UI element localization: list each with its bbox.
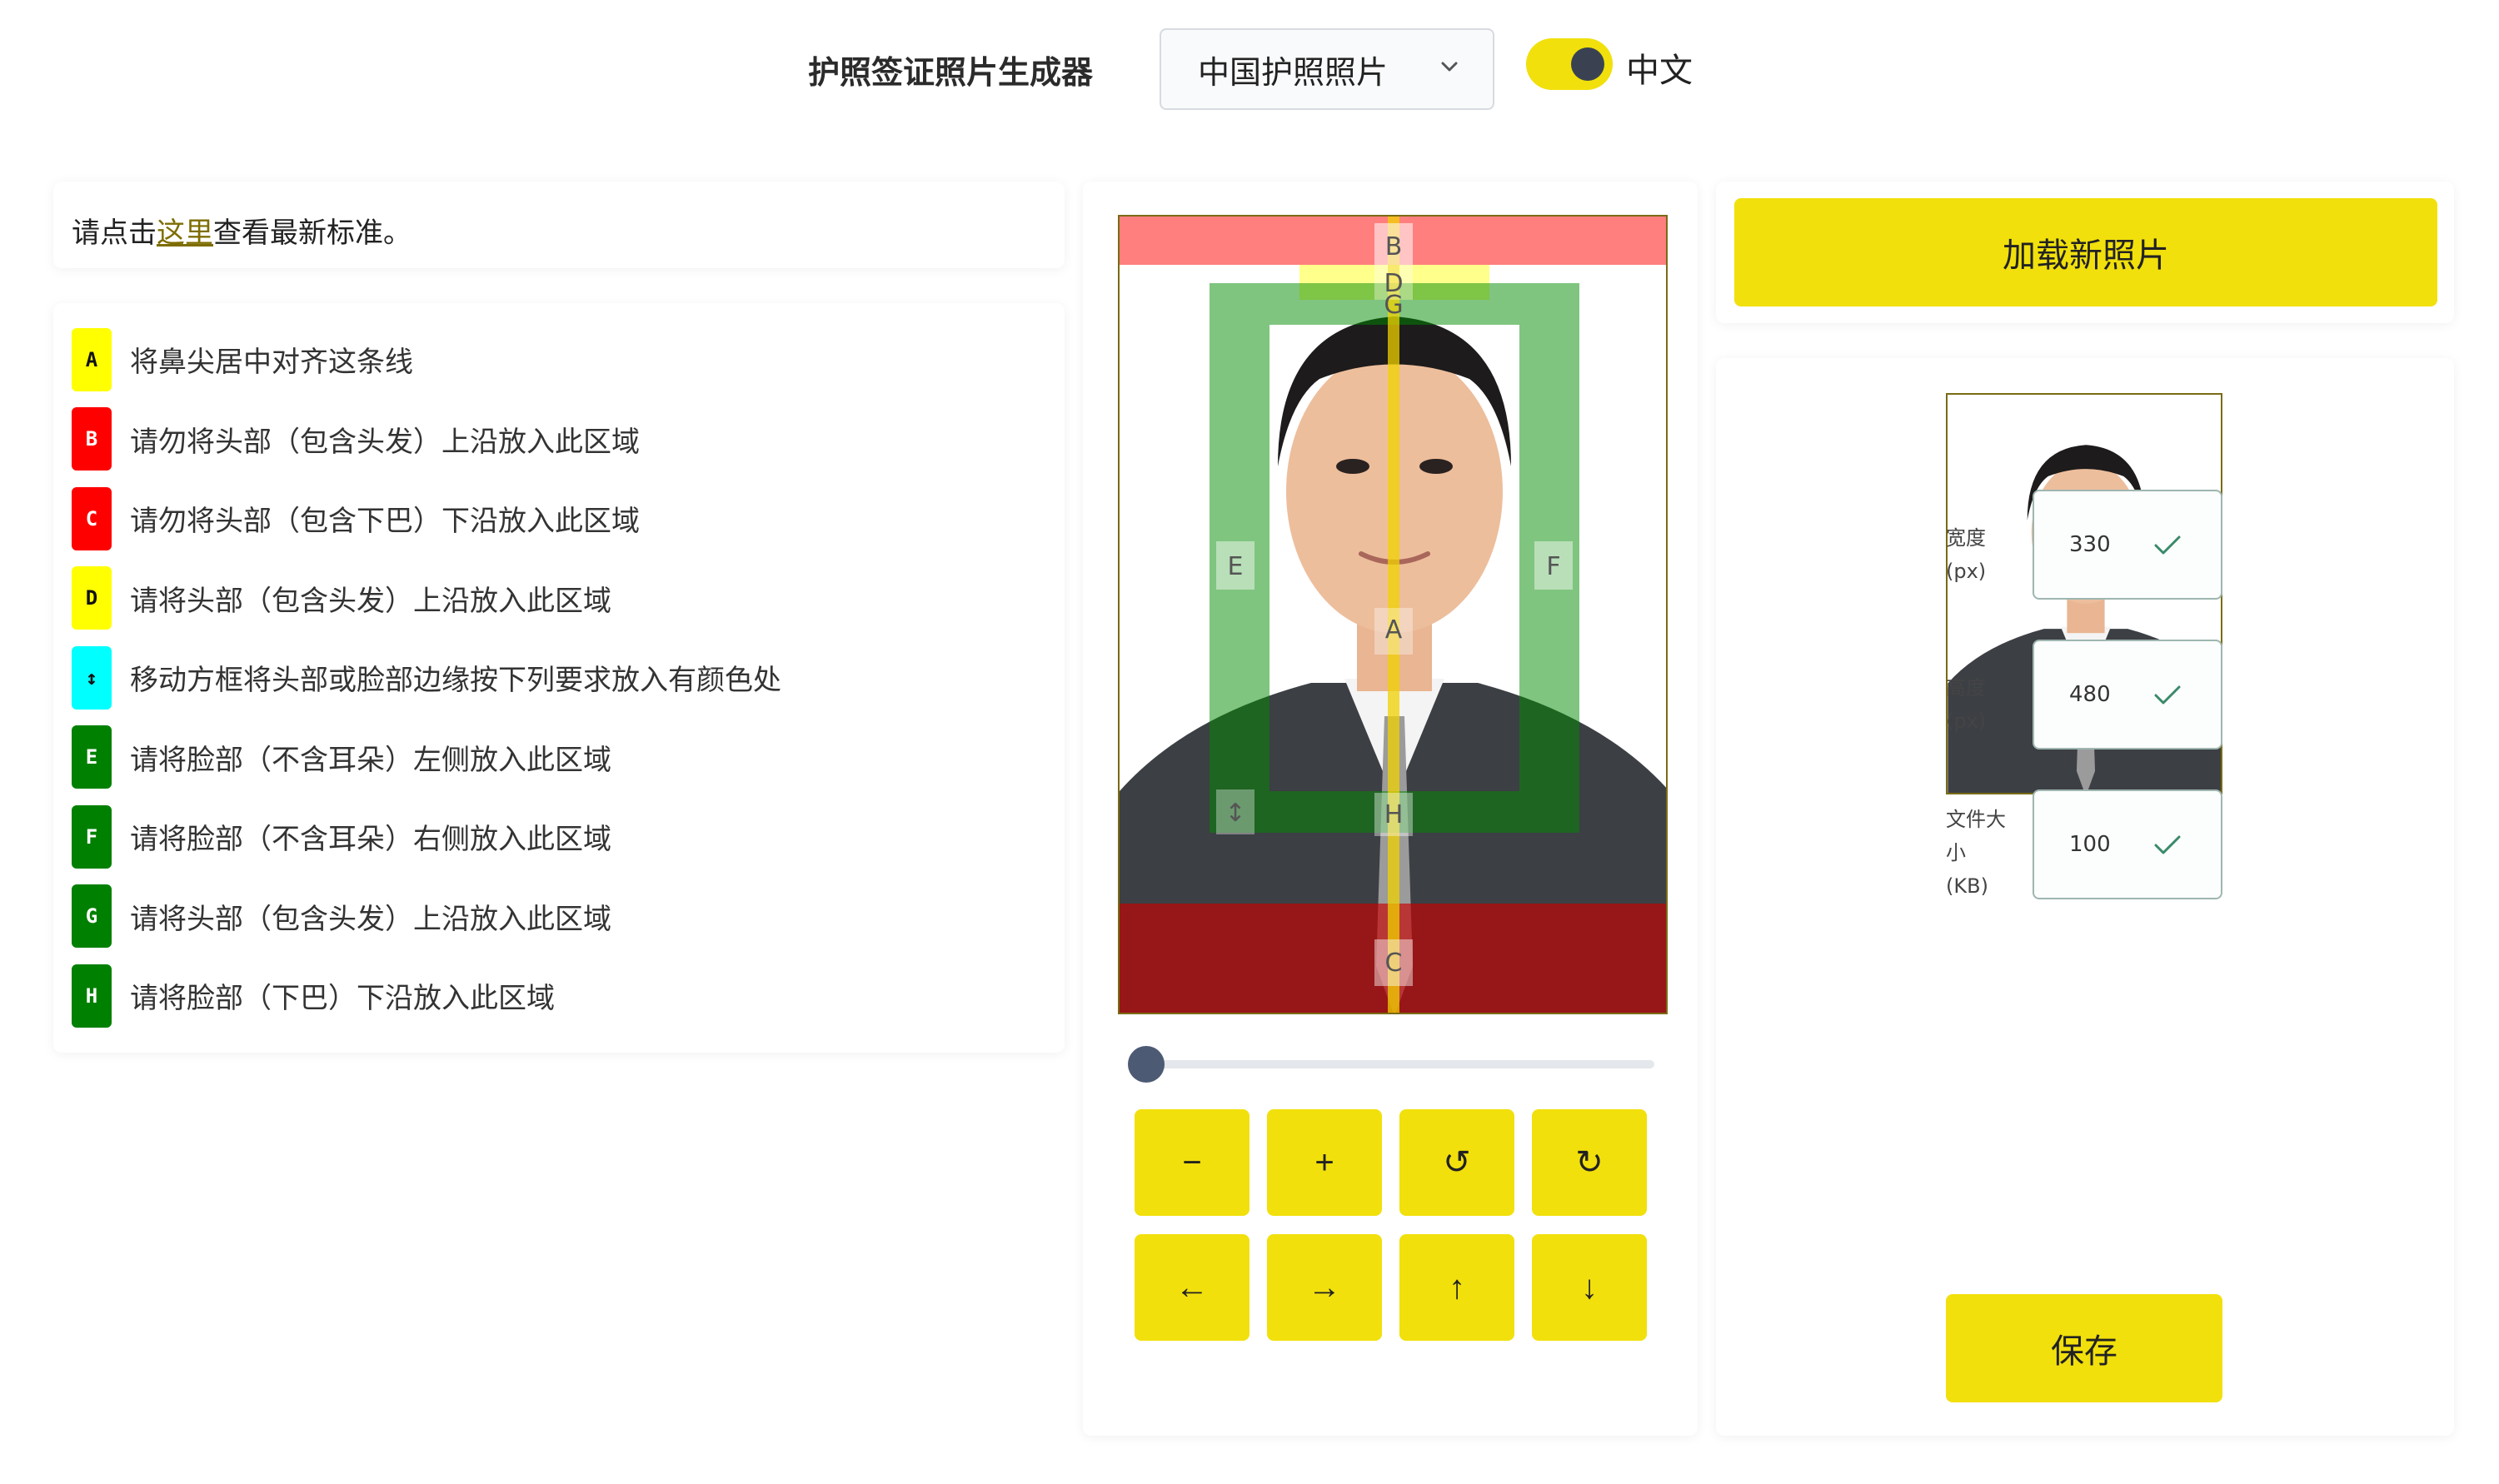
legend-item: H 请将脸部（下巴）下沿放入此区域 xyxy=(72,956,1046,1036)
legend-label: 请将脸部（不含耳朵）右侧放入此区域 xyxy=(130,823,611,857)
label-e: E xyxy=(1228,552,1244,581)
load-photo-card: 加载新照片 xyxy=(1716,182,2454,323)
zoom-slider-track xyxy=(1128,1060,1654,1068)
app-header: 护照签证照片生成器 中国护照照片 中文 xyxy=(0,0,2499,125)
legend-label: 请将头部（包含头发）上沿放入此区域 xyxy=(130,584,611,618)
legend-label: 请将头部（包含头发）上沿放入此区域 xyxy=(130,902,611,936)
setting-row: 文件大小 (KB) 100 xyxy=(1946,789,2446,899)
rotate-right-button[interactable]: ↻ xyxy=(1532,1109,1647,1216)
standards-notice: 请点击这里查看最新标准。 xyxy=(53,182,1065,268)
notice-suffix: 查看最新标准。 xyxy=(213,217,412,250)
setting-label-line: 高度 xyxy=(1946,676,1986,700)
legend-item: G 请将头部（包含头发）上沿放入此区域 xyxy=(72,877,1046,957)
zoom-out-button[interactable]: − xyxy=(1135,1109,1250,1216)
language-toggle-label: 中文 xyxy=(1626,52,1693,90)
move-right-button[interactable]: → xyxy=(1267,1234,1382,1341)
zoom-slider-thumb[interactable] xyxy=(1128,1046,1165,1083)
load-new-photo-button[interactable]: 加载新照片 xyxy=(1734,198,2437,306)
photo-crop-frame[interactable]: B D G E F A ↕ H C xyxy=(1118,215,1668,1014)
label-b: B xyxy=(1385,232,1403,261)
photo-type-select[interactable]: 中国护照照片 xyxy=(1160,28,1494,110)
move-down-button[interactable]: ↓ xyxy=(1532,1234,1647,1341)
setting-label-line: (KB) xyxy=(1946,874,1988,898)
label-g: G xyxy=(1384,291,1403,320)
setting-label: 文件大小 (KB) xyxy=(1946,803,2021,903)
check-icon xyxy=(2154,685,2181,705)
legend-item: D 请将头部（包含头发）上沿放入此区域 xyxy=(72,559,1046,639)
setting-label-line: (px) xyxy=(1946,560,1987,583)
setting-input[interactable]: 330 xyxy=(2033,490,2222,600)
legend-item: ↕ 移动方框将头部或脸部边缘按下列要求放入有颜色处 xyxy=(72,638,1046,718)
zoom-in-button[interactable]: + xyxy=(1267,1109,1382,1216)
photo-type-select-value: 中国护照照片 xyxy=(1198,53,1389,91)
photo-editor: B D G E F A ↕ H C − + ↺ ↻ ← → ↑ ↓ xyxy=(1083,182,1698,1436)
check-icon xyxy=(2154,835,2181,854)
setting-label-line: 宽度 xyxy=(1946,526,1986,550)
legend-item: A 将鼻尖居中对齐这条线 xyxy=(72,320,1046,400)
legend-label: 请将脸部（不含耳朵）左侧放入此区域 xyxy=(130,743,611,777)
label-f: F xyxy=(1546,552,1560,581)
setting-value: 480 xyxy=(2069,682,2111,707)
overlay-legend: A 将鼻尖居中对齐这条线 B 请勿将头部（包含头发）上沿放入此区域 C 请勿将头部（包含下… xyxy=(53,303,1065,1053)
setting-label-line: 文件大 xyxy=(1946,808,2006,831)
rotate-left-button[interactable]: ↺ xyxy=(1399,1109,1514,1216)
save-button[interactable]: 保存 xyxy=(1946,1294,2222,1402)
language-toggle[interactable] xyxy=(1526,38,1613,90)
legend-label: 请将脸部（下巴）下沿放入此区域 xyxy=(130,982,555,1016)
move-left-button[interactable]: ← xyxy=(1135,1234,1250,1341)
setting-row: 高度 (px) 480 xyxy=(1946,640,2446,749)
legend-item: E 请将脸部（不含耳朵）左侧放入此区域 xyxy=(72,718,1046,798)
setting-value: 100 xyxy=(2069,832,2111,857)
check-icon xyxy=(2154,535,2181,555)
legend-item: C 请勿将头部（包含下巴）下沿放入此区域 xyxy=(72,479,1046,559)
move-up-button[interactable]: ↑ xyxy=(1399,1234,1514,1341)
legend-badge: F xyxy=(72,804,112,869)
photo-canvas: B D G E F A ↕ H C xyxy=(1120,217,1666,1013)
legend-list: A 将鼻尖居中对齐这条线 B 请勿将头部（包含头发）上沿放入此区域 C 请勿将头部（包含下… xyxy=(72,320,1046,1036)
label-c: C xyxy=(1385,949,1403,978)
setting-label-line: (px) xyxy=(1946,710,1987,733)
label-a: A xyxy=(1385,615,1403,645)
setting-input[interactable]: 480 xyxy=(2033,640,2222,749)
legend-badge: D xyxy=(72,566,112,630)
setting-value: 330 xyxy=(2069,532,2111,557)
legend-label: 将鼻尖居中对齐这条线 xyxy=(130,346,413,380)
label-h: H xyxy=(1384,800,1404,829)
setting-label: 宽度 (px) xyxy=(1946,521,2021,588)
legend-label: 请勿将头部（包含头发）上沿放入此区域 xyxy=(130,425,640,459)
legend-badge: B xyxy=(72,407,112,471)
legend-label: 请勿将头部（包含下巴）下沿放入此区域 xyxy=(130,505,640,539)
setting-input[interactable]: 100 xyxy=(2033,789,2222,899)
standards-link[interactable]: 这里 xyxy=(157,217,213,250)
output-panel: 宽度 (px) 330 高度 (px) 480 文件大小 (KB) 100 保存 xyxy=(1716,358,2454,1436)
legend-badge: C xyxy=(72,486,112,550)
legend-badge: ↕ xyxy=(72,645,112,710)
legend-item: B 请勿将头部（包含头发）上沿放入此区域 xyxy=(72,400,1046,480)
setting-label-line: 小 xyxy=(1946,841,1966,864)
notice-prefix: 请点击 xyxy=(72,217,157,250)
setting-label: 高度 (px) xyxy=(1946,671,2021,738)
legend-badge: A xyxy=(72,327,112,391)
legend-label: 移动方框将头部或脸部边缘按下列要求放入有颜色处 xyxy=(130,664,781,698)
legend-badge: H xyxy=(72,964,112,1028)
adjust-controls: − + ↺ ↻ ← → ↑ ↓ xyxy=(1135,1109,1647,1341)
legend-badge: E xyxy=(72,725,112,789)
setting-row: 宽度 (px) 330 xyxy=(1946,490,2446,600)
legend-badge: G xyxy=(72,884,112,949)
legend-item: F 请将脸部（不含耳朵）右侧放入此区域 xyxy=(72,797,1046,877)
app-title: 护照签证照片生成器 xyxy=(808,54,1094,91)
toggle-knob xyxy=(1571,47,1604,81)
chevron-down-icon xyxy=(1441,62,1458,72)
move-handle-icon[interactable]: ↕ xyxy=(1225,799,1245,828)
zoom-slider[interactable] xyxy=(1128,1046,1654,1083)
